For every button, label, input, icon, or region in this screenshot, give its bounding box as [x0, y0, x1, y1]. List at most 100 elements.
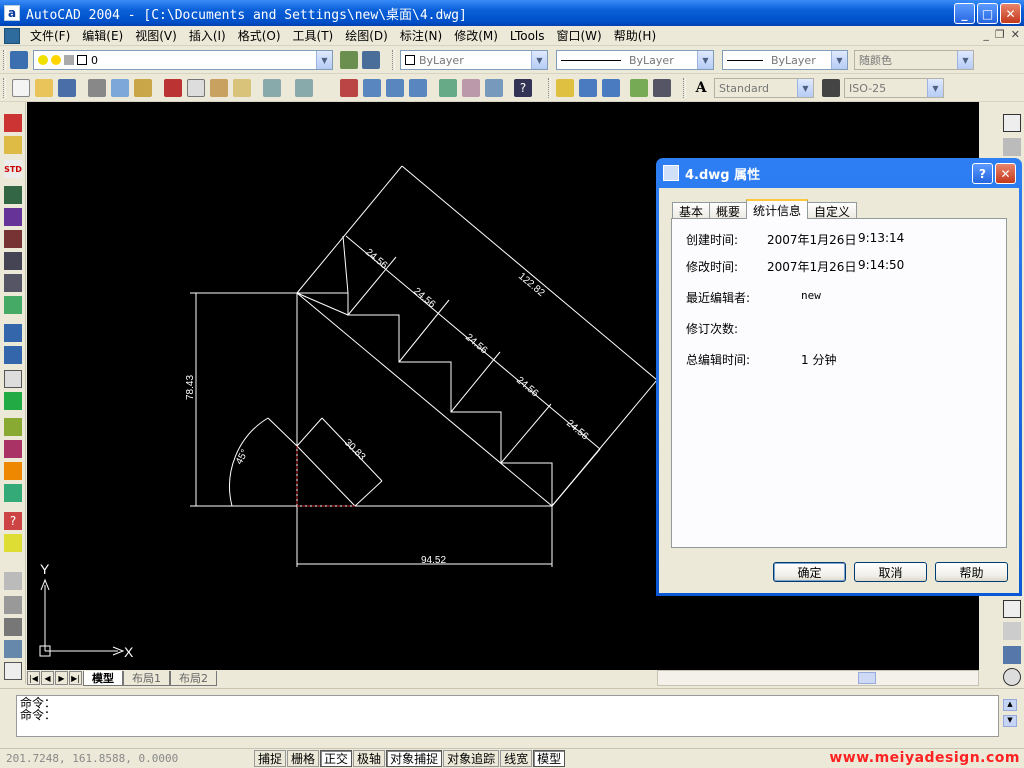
dim-linear-vertical-icon[interactable]: [1003, 114, 1021, 132]
publish-icon[interactable]: [134, 79, 152, 97]
render-icon[interactable]: [4, 230, 22, 248]
menu-window[interactable]: 窗口(W): [551, 27, 608, 44]
help-button[interactable]: 帮助: [935, 562, 1008, 582]
menu-file[interactable]: 文件(F): [24, 27, 76, 44]
model-toggle[interactable]: 模型: [533, 750, 566, 767]
make-object-layer-current-icon[interactable]: [340, 51, 358, 69]
paste-icon[interactable]: [210, 79, 228, 97]
chevron-down-icon[interactable]: ▼: [531, 51, 547, 69]
pencil-icon[interactable]: [4, 572, 22, 590]
match-properties-icon[interactable]: [233, 79, 251, 97]
aligned-dimension-icon[interactable]: [579, 79, 597, 97]
chevron-down-icon[interactable]: ▼: [316, 51, 332, 69]
menu-insert[interactable]: 插入(I): [183, 27, 232, 44]
menu-edit[interactable]: 编辑(E): [76, 27, 129, 44]
dim-style-dropdown[interactable]: ISO-25 ▼: [844, 78, 944, 98]
tab-statistics[interactable]: 统计信息: [746, 199, 809, 219]
dialog-close-button[interactable]: ✕: [995, 163, 1016, 184]
cancel-button[interactable]: 取消: [854, 562, 927, 582]
tab-layout1[interactable]: 布局1: [123, 670, 170, 686]
horizontal-scrollbar[interactable]: [657, 670, 979, 686]
print-icon[interactable]: [88, 79, 106, 97]
help-icon[interactable]: ?: [514, 79, 532, 97]
zoom-window-icon[interactable]: [386, 79, 404, 97]
chevron-down-icon[interactable]: ▼: [927, 79, 943, 97]
minimize-button[interactable]: _: [954, 3, 975, 24]
rectangle-icon[interactable]: [1003, 622, 1021, 640]
next-tab-button[interactable]: ▶: [55, 671, 68, 685]
doc-minimize-button[interactable]: _: [983, 28, 989, 41]
tab-summary[interactable]: 概要: [709, 202, 748, 219]
new-file-icon[interactable]: [12, 79, 30, 97]
linear-dimension-icon[interactable]: [556, 79, 574, 97]
block-icon[interactable]: [4, 136, 22, 154]
save-icon[interactable]: [58, 79, 76, 97]
command-scrollbar[interactable]: ▲ ▼: [1003, 699, 1017, 729]
chevron-down-icon[interactable]: ▼: [697, 51, 713, 69]
dim-aligned-icon[interactable]: [1003, 138, 1021, 156]
table-icon[interactable]: [4, 186, 22, 204]
dialog-help-button[interactable]: ?: [972, 163, 993, 184]
scrollbar-thumb[interactable]: [858, 672, 876, 684]
ortho-toggle[interactable]: 正交: [320, 750, 353, 767]
pan-realtime-icon[interactable]: [340, 79, 358, 97]
text-style-dropdown[interactable]: Standard ▼: [714, 78, 814, 98]
chevron-down-icon[interactable]: ▼: [797, 79, 813, 97]
trim-icon[interactable]: [4, 640, 22, 658]
polygon-icon[interactable]: [1003, 600, 1021, 618]
zoom-previous-icon[interactable]: [409, 79, 427, 97]
ucs-icon[interactable]: [4, 114, 22, 132]
dim-ordinate-icon[interactable]: [4, 346, 22, 364]
polar-toggle[interactable]: 极轴: [353, 750, 386, 767]
linetype-dropdown[interactable]: ByLayer ▼: [556, 50, 714, 70]
plot-icon[interactable]: [4, 392, 22, 410]
dimension-style-manager-icon[interactable]: [822, 79, 840, 97]
close-button[interactable]: ✕: [1000, 3, 1021, 24]
viewports-icon[interactable]: [4, 662, 22, 680]
undo-icon[interactable]: [263, 79, 281, 97]
tab-layout2[interactable]: 布局2: [170, 670, 217, 686]
mirror-icon[interactable]: [4, 618, 22, 636]
chevron-down-icon[interactable]: ▼: [831, 51, 847, 69]
doc-close-button[interactable]: ✕: [1011, 28, 1020, 41]
calculator-icon[interactable]: [4, 484, 22, 502]
toolbar-grip[interactable]: [3, 78, 6, 98]
menu-format[interactable]: 格式(O): [232, 27, 287, 44]
toolbar-grip[interactable]: [392, 50, 395, 70]
measure-icon[interactable]: [4, 274, 22, 292]
text-style-icon[interactable]: [653, 79, 671, 97]
tab-custom[interactable]: 自定义: [807, 202, 858, 219]
layout-icon[interactable]: [4, 370, 22, 388]
color-dropdown[interactable]: ByLayer ▼: [400, 50, 548, 70]
menu-draw[interactable]: 绘图(D): [339, 27, 394, 44]
multiline-text-icon[interactable]: [630, 79, 648, 97]
circle-icon[interactable]: [1003, 668, 1021, 686]
maximize-button[interactable]: □: [977, 3, 998, 24]
tab-model[interactable]: 模型: [83, 670, 123, 686]
text-style-manager-icon[interactable]: A: [692, 79, 710, 97]
menu-dimension[interactable]: 标注(N): [394, 27, 448, 44]
document-icon[interactable]: [4, 27, 20, 44]
layer-manager-icon[interactable]: [10, 51, 28, 69]
zoom-realtime-icon[interactable]: [363, 79, 381, 97]
toolbar-grip[interactable]: [3, 50, 6, 70]
hatch-icon[interactable]: [4, 440, 22, 458]
lineweight-dropdown[interactable]: ByLayer ▼: [722, 50, 848, 70]
question-icon[interactable]: ?: [4, 512, 22, 530]
last-tab-button[interactable]: ▶|: [69, 671, 82, 685]
autocad-app-icon[interactable]: a: [4, 5, 20, 21]
sphere-icon[interactable]: [4, 208, 22, 226]
chevron-down-icon[interactable]: ▼: [957, 51, 973, 69]
standards-icon[interactable]: STD: [4, 160, 22, 178]
first-tab-button[interactable]: |◀: [27, 671, 40, 685]
dialog-title-bar[interactable]: 4.dwg 属性: [659, 158, 1019, 188]
baseline-dimension-icon[interactable]: [602, 79, 620, 97]
osnap-toggle[interactable]: 对象捕捉: [386, 750, 443, 767]
toolbar-grip[interactable]: [548, 78, 551, 98]
chevron-up-icon[interactable]: ▲: [1003, 699, 1017, 711]
menu-modify[interactable]: 修改(M): [448, 27, 504, 44]
coordinate-display[interactable]: 201.7248, 161.8588, 0.0000: [0, 752, 254, 765]
snap-toggle[interactable]: 捕捉: [254, 750, 287, 767]
properties-icon[interactable]: [439, 79, 457, 97]
xref-icon[interactable]: [4, 252, 22, 270]
